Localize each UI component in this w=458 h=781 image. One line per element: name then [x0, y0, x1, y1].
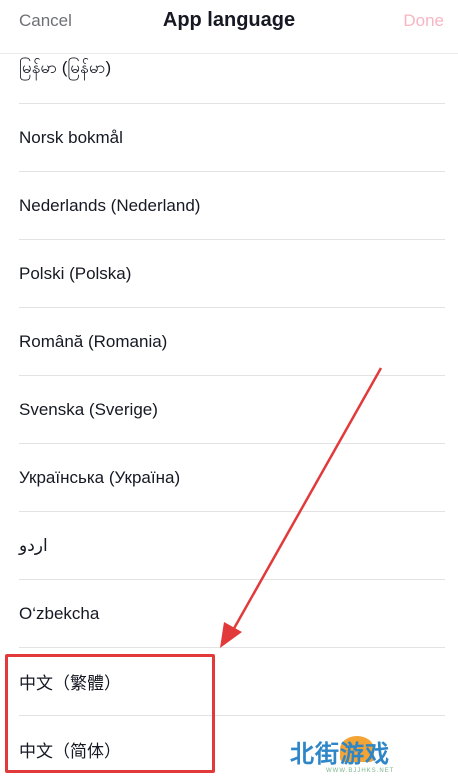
language-label: မြန်မာ (မြန်မာ)	[19, 58, 112, 77]
language-item-uzbek[interactable]: O‘zbekcha	[19, 580, 445, 648]
language-item-polish[interactable]: Polski (Polska)	[19, 240, 445, 308]
language-list: မြန်မာ (မြန်မာ) Norsk bokmål Nederlands …	[0, 36, 458, 781]
language-label: O‘zbekcha	[19, 603, 100, 623]
language-label: Română (Romania)	[19, 331, 168, 351]
language-label: 中文（简体）	[19, 742, 121, 761]
nav-header: Cancel App language Done	[0, 0, 458, 54]
language-item-dutch[interactable]: Nederlands (Nederland)	[19, 172, 445, 240]
language-label: 中文（繁體）	[19, 674, 121, 693]
language-label: اردو	[19, 535, 48, 555]
app-language-screen: Cancel App language Done မြန်မာ (မြန်မာ)…	[0, 0, 458, 781]
language-item-urdu[interactable]: اردو	[19, 512, 445, 580]
cancel-button[interactable]: Cancel	[19, 11, 72, 31]
language-label: Svenska (Sverige)	[19, 399, 158, 419]
language-item-romanian[interactable]: Română (Romania)	[19, 308, 445, 376]
language-item-chinese-traditional[interactable]: 中文（繁體）	[19, 648, 445, 716]
language-item-norwegian[interactable]: Norsk bokmål	[19, 104, 445, 172]
language-label: Nederlands (Nederland)	[19, 195, 201, 215]
language-item-swedish[interactable]: Svenska (Sverige)	[19, 376, 445, 444]
language-item-ukrainian[interactable]: Українська (Україна)	[19, 444, 445, 512]
language-label: Українська (Україна)	[19, 467, 181, 487]
language-item-chinese-simplified[interactable]: 中文（简体）	[19, 716, 445, 781]
done-button[interactable]: Done	[403, 11, 444, 31]
language-label: Polski (Polska)	[19, 263, 132, 283]
language-label: Norsk bokmål	[19, 127, 123, 147]
